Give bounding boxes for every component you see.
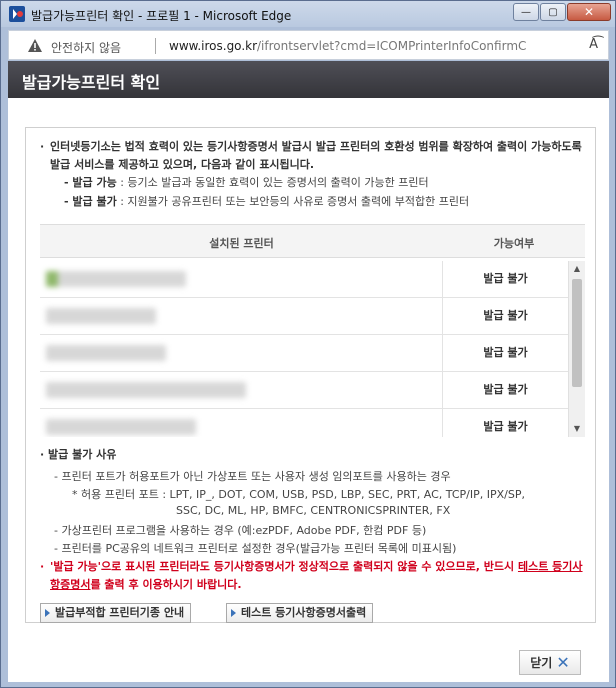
bullet-icon: · [40, 140, 45, 153]
url-path: /ifrontservlet?cmd=ICOMPrinterInfoConfir… [257, 39, 527, 53]
url-text[interactable]: www.iros.go.kr/ifrontservlet?cmd=ICOMPri… [169, 39, 526, 53]
minimize-button[interactable]: — [513, 3, 539, 21]
title-bar[interactable]: 발급가능프린터 확인 - 프로필 1 - Microsoft Edge — ▢ … [1, 1, 615, 27]
column-header-availability: 가능여부 [493, 237, 535, 250]
table-row[interactable]: 발급 불가 [40, 409, 568, 437]
table-scrollbar[interactable]: ▲ ▼ [568, 261, 585, 437]
warning-text: '발급 가능'으로 표시된 프린터라도 등기사항증명서가 정상적으로 출력되지 … [40, 558, 588, 594]
printer-name-cell [40, 261, 443, 297]
table-row[interactable]: 발급 불가 [40, 261, 568, 298]
test-print-button[interactable]: 테스트 등기사항증명서출력 [226, 603, 374, 623]
printer-name-cell [40, 335, 443, 371]
availability-cell: 발급 불가 [483, 383, 528, 396]
arrow-right-icon [45, 609, 50, 617]
column-header-printer: 설치된 프린터 [209, 237, 274, 250]
legend-available: - 발급 가능 : 등기소 발급과 동일한 효력이 있는 증명서의 출력이 가능… [64, 174, 429, 190]
legend-label: - 발급 불가 [64, 195, 117, 208]
reason-line: - 프린터 포트가 허용포트가 아닌 가상포트 또는 사용자 생성 임의포트를 … [54, 470, 451, 483]
button-label: 테스트 등기사항증명서출력 [241, 606, 367, 619]
reason-line: SSC, DC, ML, HP, BMFC, CENTRONICSPRINTER… [176, 504, 451, 517]
close-button[interactable]: 닫기 ✕ [519, 650, 581, 675]
printer-name-cell [40, 372, 443, 408]
url-domain: www.iros.go.kr [169, 39, 258, 53]
printer-name-cell [40, 409, 443, 437]
address-bar[interactable]: 안전하지 않음 www.iros.go.kr/ifrontservlet?cmd… [8, 30, 609, 60]
intro-paragraph: 인터넷등기소는 법적 효력이 있는 등기사항증명서 발급시 발급 프린터의 호환… [50, 140, 582, 171]
close-x-icon: ✕ [556, 653, 570, 672]
printer-name-cell [40, 298, 443, 334]
legend-label: - 발급 가능 [64, 176, 117, 189]
legend-desc: : 지원불가 공유프린터 또는 보안등의 사유로 증명서 출력에 부적합한 프린… [116, 195, 470, 208]
table-row[interactable]: 발급 불가 [40, 298, 568, 335]
scroll-up-icon[interactable]: ▲ [569, 261, 585, 277]
security-status[interactable]: 안전하지 않음 [51, 39, 121, 56]
reason-line: - 프린터를 PC공유의 네트워크 프린터로 설정한 경우(발급가능 프린터 목… [54, 542, 457, 555]
browser-window: 발급가능프린터 확인 - 프로필 1 - Microsoft Edge — ▢ … [0, 0, 616, 688]
scroll-down-icon[interactable]: ▼ [569, 421, 585, 437]
legend-desc: : 등기소 발급과 동일한 효력이 있는 증명서의 출력이 가능한 프린터 [116, 176, 429, 189]
redacted-printer-name [46, 345, 166, 361]
warning-part1: '발급 가능'으로 표시된 프린터라도 등기사항증명서가 정상적으로 출력되지 … [50, 560, 518, 573]
redacted-printer-name [46, 271, 186, 287]
arrow-right-icon [231, 609, 236, 617]
legend-unavailable: - 발급 불가 : 지원불가 공유프린터 또는 보안등의 사유로 증명서 출력에… [64, 193, 469, 209]
page-content: 발급가능프린터 확인 · 인터넷등기소는 법적 효력이 있는 등기사항증명서 발… [8, 61, 609, 682]
reason-line: - 가상프린터 프로그램을 사용하는 경우 (예:ezPDF, Adobe PD… [54, 524, 427, 537]
unsupported-printer-guide-button[interactable]: 발급부적합 프린터기종 안내 [40, 603, 192, 623]
availability-cell: 발급 불가 [483, 420, 528, 433]
availability-cell: 발급 불가 [483, 309, 528, 322]
redacted-printer-name [46, 419, 196, 435]
window-controls: — ▢ ✕ [513, 3, 611, 21]
maximize-button[interactable]: ▢ [540, 3, 566, 21]
table-row[interactable]: 발급 불가 [40, 372, 568, 409]
table-row[interactable]: 발급 불가 [40, 335, 568, 372]
close-window-button[interactable]: ✕ [567, 3, 611, 21]
window-title: 발급가능프린터 확인 - 프로필 1 - Microsoft Edge [31, 9, 292, 23]
page-title: 발급가능프린터 확인 [22, 73, 161, 92]
reason-line: * 허용 프린터 포트 : LPT, IP_, DOT, COM, USB, P… [72, 488, 525, 501]
redacted-printer-name [46, 308, 156, 324]
warning-part2: 를 출력 후 이용하시기 바랍니다. [90, 578, 242, 591]
redacted-printer-name [46, 382, 246, 398]
table-header: 설치된 프린터 가능여부 [40, 225, 585, 258]
iros-logo-icon [9, 6, 25, 22]
button-label: 발급부적합 프린터기종 안내 [55, 606, 185, 619]
warning-triangle-icon [28, 39, 42, 52]
table-body[interactable]: 발급 불가 발급 불가 발급 불가 발급 불가 발급 불가 ▲ ▼ [40, 261, 585, 437]
availability-cell: 발급 불가 [483, 346, 528, 359]
warning-notice: · '발급 가능'으로 표시된 프린터라도 등기사항증명서가 정상적으로 출력되… [40, 558, 588, 594]
read-aloud-icon[interactable]: A͡ [589, 37, 598, 52]
bullet-icon: · [40, 560, 45, 573]
page-header: 발급가능프린터 확인 [8, 61, 609, 98]
address-separator [155, 38, 156, 54]
intro-text: · 인터넷등기소는 법적 효력이 있는 등기사항증명서 발급시 발급 프린터의 … [40, 138, 585, 174]
printer-table: 설치된 프린터 가능여부 발급 불가 발급 불가 발급 불가 발급 불가 발급 … [40, 224, 585, 437]
availability-cell: 발급 불가 [483, 272, 528, 285]
scrollbar-thumb[interactable] [572, 279, 582, 387]
close-label: 닫기 [530, 656, 553, 670]
content-box: · 인터넷등기소는 법적 효력이 있는 등기사항증명서 발급시 발급 프린터의 … [25, 127, 596, 623]
reasons-title: · 발급 불가 사유 [40, 448, 117, 461]
